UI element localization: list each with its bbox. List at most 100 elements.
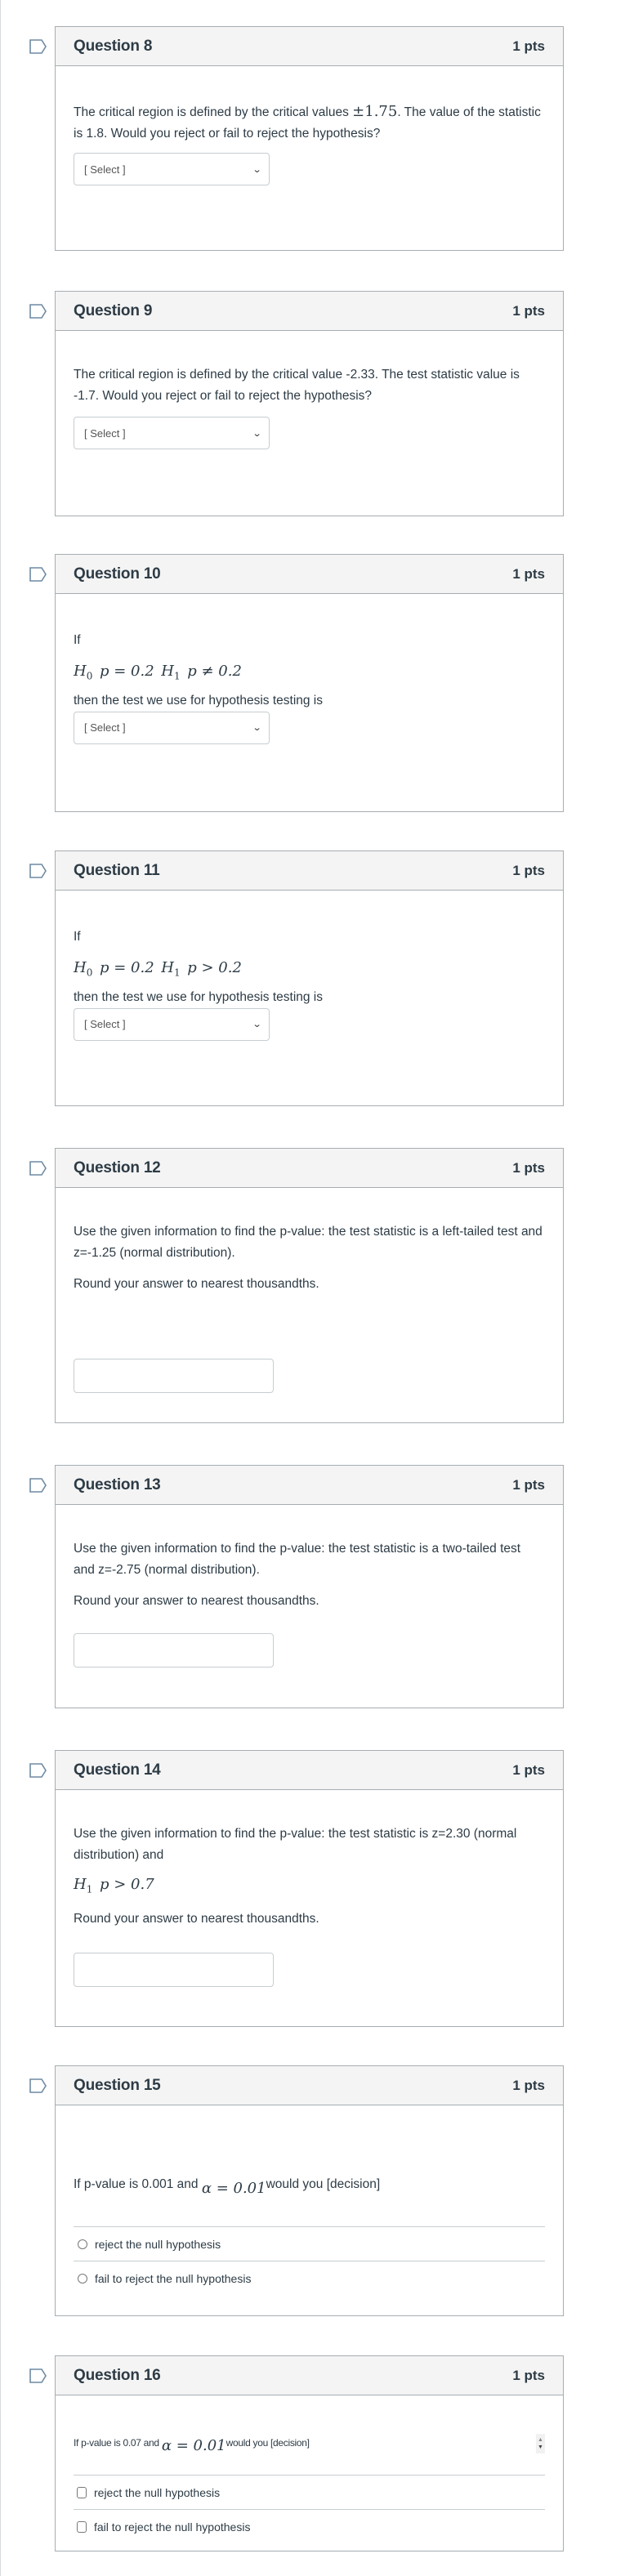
question-header: Question 8 1 pts — [56, 27, 563, 66]
h1-symbol: H1 — [161, 663, 181, 682]
h-letter: H — [74, 663, 87, 680]
h-letter: H — [161, 663, 174, 680]
question-points: 1 pts — [512, 565, 545, 582]
answer-option[interactable]: reject the null hypothesis — [74, 2476, 545, 2510]
h1-expression: p ≠ 0.2 — [187, 663, 242, 680]
math-expression: α = 0.01 — [201, 2180, 266, 2197]
answer-select[interactable]: [ Select ] ⌄ — [74, 711, 270, 744]
hypothesis-math: H1 p > 0.7 — [74, 1874, 545, 1900]
question-8: Question 8 1 pts The critical region is … — [29, 26, 564, 251]
question-text: Use the given information to find the p-… — [74, 1542, 521, 1577]
flag-question-icon[interactable] — [29, 2078, 47, 2093]
answer-label: reject the null hypothesis — [94, 2485, 221, 2499]
flag-question-icon[interactable] — [29, 304, 47, 319]
select-value: [ Select ] — [84, 1018, 126, 1031]
question-12: Question 12 1 pts Use the given informat… — [29, 1148, 564, 1423]
h1-symbol: H1 — [74, 1876, 93, 1895]
question-text: The critical region is defined by the cr… — [74, 66, 545, 145]
spinner-up-icon[interactable]: ▲ — [538, 2436, 543, 2444]
question-text: If p-value is 0.001 and α = 0.01would yo… — [74, 2105, 545, 2197]
question-header: Question 12 1 pts — [56, 1149, 563, 1188]
answer-option[interactable]: fail to reject the null hypothesis — [74, 2510, 545, 2544]
question-text: If p-value is 0.07 and α = 0.01would you… — [74, 2395, 545, 2454]
question-body: If H0 p = 0.2 H1 p ≠ 0.2 then the test w… — [56, 594, 563, 744]
h-letter: H — [161, 959, 174, 976]
question-title: Question 9 — [74, 301, 153, 319]
question-text: then the test we use for hypothesis test… — [74, 693, 324, 708]
checkbox[interactable] — [77, 2521, 87, 2533]
math-expression: α = 0.01 — [161, 2437, 226, 2454]
hypothesis-math: H0 p = 0.2 H1 p > 0.2 — [74, 958, 545, 984]
hypothesis-math: H0 p = 0.2 H1 p ≠ 0.2 — [74, 661, 545, 687]
answer-select[interactable]: [ Select ] ⌄ — [74, 417, 270, 449]
answer-list: reject the null hypothesis fail to rejec… — [74, 2475, 545, 2544]
question-text: The critical region is defined by the cr… — [74, 368, 520, 403]
question-title: Question 16 — [74, 2366, 161, 2384]
flag-question-icon[interactable] — [29, 1763, 47, 1778]
select-value: [ Select ] — [84, 163, 126, 176]
question-points: 1 pts — [512, 302, 545, 319]
question-title: Question 13 — [74, 1476, 161, 1493]
h1-expression: p > 0.2 — [187, 959, 242, 976]
question-body: ▲ ▼ If p-value is 0.07 and α = 0.01would… — [56, 2395, 563, 2544]
question-header: Question 15 1 pts — [56, 2066, 563, 2105]
answer-input[interactable] — [74, 1633, 274, 1667]
scroll-spinner[interactable]: ▲ ▼ — [536, 2434, 545, 2453]
text-part: The critical region is defined by the cr… — [74, 105, 353, 119]
question-header: Question 11 1 pts — [56, 851, 563, 891]
question-points: 1 pts — [512, 2077, 545, 2093]
question-points: 1 pts — [512, 1761, 545, 1778]
answer-input[interactable] — [74, 1359, 274, 1393]
question-title: Question 15 — [74, 2076, 161, 2094]
radio-button[interactable] — [78, 2239, 87, 2249]
chevron-down-icon: ⌄ — [252, 428, 262, 439]
h-subscript: 0 — [86, 967, 93, 979]
chevron-down-icon: ⌄ — [252, 723, 262, 734]
answer-label: reject the null hypothesis — [95, 2237, 221, 2251]
question-points: 1 pts — [512, 862, 545, 878]
question-note: Round your answer to nearest thousandths… — [74, 1911, 319, 1926]
question-14: Question 14 1 pts Use the given informat… — [29, 1750, 564, 2027]
question-header: Question 16 1 pts — [56, 2356, 563, 2395]
answer-input[interactable] — [74, 1952, 274, 1987]
flag-question-icon[interactable] — [29, 1161, 47, 1176]
flag-question-icon[interactable] — [29, 1478, 47, 1493]
flag-question-icon[interactable] — [29, 567, 47, 582]
chevron-down-icon: ⌄ — [252, 164, 262, 175]
h0-symbol: H0 — [74, 959, 93, 979]
question-title: Question 12 — [74, 1159, 161, 1176]
question-body: The critical region is defined by the cr… — [56, 66, 563, 185]
answer-option[interactable]: reject the null hypothesis — [74, 2227, 545, 2261]
flag-question-icon[interactable] — [29, 864, 47, 878]
h-letter: H — [74, 1876, 87, 1893]
question-points: 1 pts — [512, 1159, 545, 1176]
question-title: Question 11 — [74, 861, 160, 879]
flag-question-icon[interactable] — [29, 39, 47, 54]
h-subscript: 1 — [173, 670, 181, 682]
question-text: Use the given information to find the p-… — [74, 1827, 517, 1862]
question-body: If H0 p = 0.2 H1 p > 0.2 then the test w… — [56, 891, 563, 1041]
h-letter: H — [74, 959, 87, 976]
flag-question-icon[interactable] — [29, 2368, 47, 2383]
answer-label: fail to reject the null hypothesis — [95, 2272, 252, 2285]
radio-button[interactable] — [78, 2274, 87, 2284]
h-subscript: 0 — [86, 670, 93, 682]
spinner-down-icon[interactable]: ▼ — [538, 2444, 543, 2451]
answer-option[interactable]: fail to reject the null hypothesis — [74, 2261, 545, 2296]
question-header: Question 9 1 pts — [56, 292, 563, 331]
question-note: Round your answer to nearest thousandths… — [74, 1277, 319, 1291]
select-value: [ Select ] — [84, 426, 126, 440]
answer-select[interactable]: [ Select ] ⌄ — [74, 153, 270, 185]
checkbox[interactable] — [77, 2486, 87, 2498]
h1-expression: p > 0.7 — [99, 1876, 154, 1893]
question-15: Question 15 1 pts If p-value is 0.001 an… — [29, 2065, 564, 2316]
question-title: Question 10 — [74, 565, 161, 583]
question-header: Question 14 1 pts — [56, 1751, 563, 1790]
answer-select[interactable]: [ Select ] ⌄ — [74, 1007, 270, 1041]
question-header: Question 13 1 pts — [56, 1466, 563, 1505]
page-left-border — [0, 0, 1, 2576]
h0-expression: p = 0.2 — [99, 959, 154, 976]
answer-list: reject the null hypothesis fail to rejec… — [74, 2226, 545, 2296]
h-subscript: 1 — [86, 1883, 93, 1895]
question-points: 1 pts — [512, 38, 545, 54]
